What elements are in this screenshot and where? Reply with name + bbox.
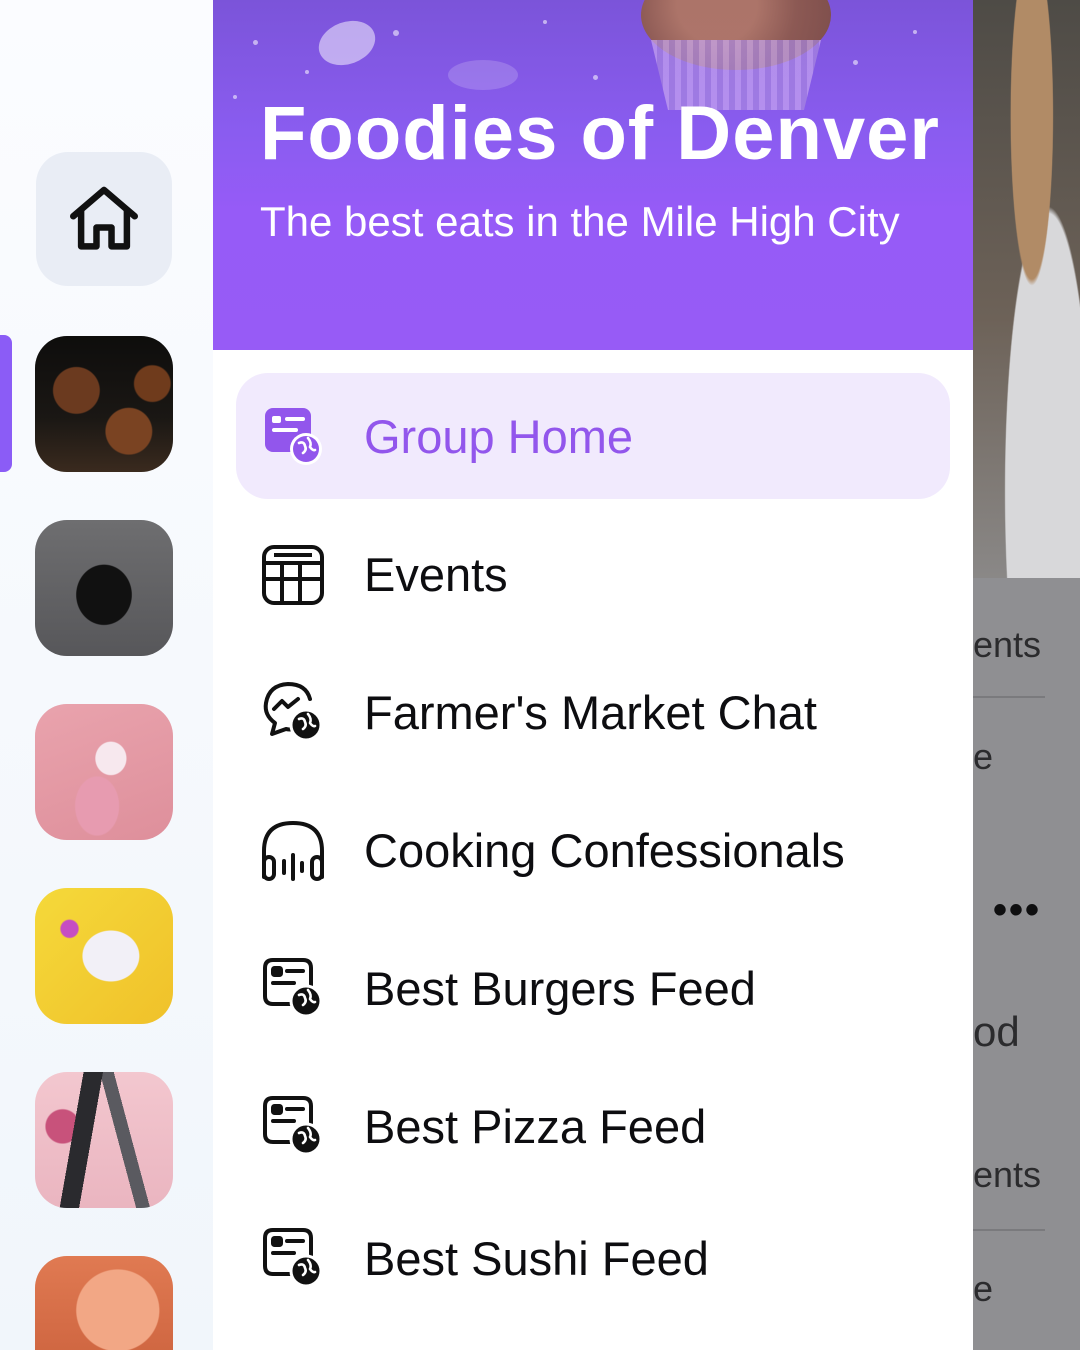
background-text-fragment: ents (973, 1154, 1042, 1195)
group-title[interactable]: Foodies of Denver (260, 90, 940, 177)
menu-item-cooking-confessionals[interactable]: Cooking Confessionals (236, 787, 950, 913)
menu-item-label: Events (364, 547, 508, 601)
menu-item-label: Group Home (364, 409, 634, 463)
rail-group-food[interactable] (35, 1256, 173, 1350)
background-divider (973, 1229, 1045, 1231)
rail-group-roller-skates[interactable] (35, 704, 173, 840)
rail-group-dog[interactable] (35, 520, 173, 656)
background-text-fragment: ents (973, 624, 1042, 665)
header-decoration (448, 60, 518, 90)
menu-item-farmers-market-chat[interactable]: Farmer's Market Chat (236, 649, 950, 775)
header-decoration (913, 30, 917, 34)
menu-item-best-burgers-feed[interactable]: Best Burgers Feed (236, 925, 950, 1051)
background-text-fragment: e (973, 736, 994, 777)
background-text-fragment: e (973, 1268, 994, 1309)
header-decoration (305, 70, 309, 74)
group-header: Foodies of Denver The best eats in the M… (213, 0, 973, 350)
header-decoration (853, 60, 858, 65)
menu-item-label: Farmer's Market Chat (364, 685, 817, 739)
background-app-scrim[interactable]: ents e ••• od ents e (973, 0, 1080, 1350)
more-options-icon: ••• (993, 888, 1042, 932)
groups-rail (0, 0, 213, 1350)
menu-item-label: Best Sushi Feed (364, 1231, 709, 1285)
menu-item-events[interactable]: Events (236, 511, 950, 637)
home-icon (70, 186, 138, 250)
menu-item-label: Cooking Confessionals (364, 823, 845, 877)
menu-item-label: Best Burgers Feed (364, 961, 756, 1015)
menu-item-group-home[interactable]: Group Home (236, 373, 950, 499)
feed-globe-icon (263, 1096, 323, 1156)
header-decoration (253, 40, 258, 45)
feed-globe-icon (265, 408, 322, 465)
headphones-audio-icon (262, 821, 324, 881)
menu-item-best-pizza-feed[interactable]: Best Pizza Feed (236, 1063, 950, 1189)
rail-selected-indicator (0, 335, 12, 472)
rail-home-button[interactable] (36, 152, 172, 286)
rail-group-muffins[interactable] (35, 336, 173, 472)
menu-item-best-sushi-feed[interactable]: Best Sushi Feed (236, 1195, 950, 1321)
background-text-fragment: od (973, 1008, 1020, 1055)
chat-globe-icon (263, 682, 323, 742)
header-decoration (233, 95, 237, 99)
rail-group-hair-tools[interactable] (35, 1072, 173, 1208)
group-navigation-drawer: Foodies of Denver The best eats in the M… (213, 0, 973, 1350)
background-divider (973, 696, 1045, 698)
background-photo (973, 0, 1080, 578)
feed-globe-icon (263, 958, 323, 1018)
header-decoration (312, 13, 382, 73)
feed-globe-icon (263, 1228, 323, 1288)
header-decoration (593, 75, 598, 80)
header-decoration (543, 20, 547, 24)
header-decoration (393, 30, 399, 36)
menu-item-label: Best Pizza Feed (364, 1099, 707, 1153)
rail-group-gaming[interactable] (35, 888, 173, 1024)
calendar-icon (262, 545, 324, 605)
group-subtitle: The best eats in the Mile High City (260, 198, 900, 245)
